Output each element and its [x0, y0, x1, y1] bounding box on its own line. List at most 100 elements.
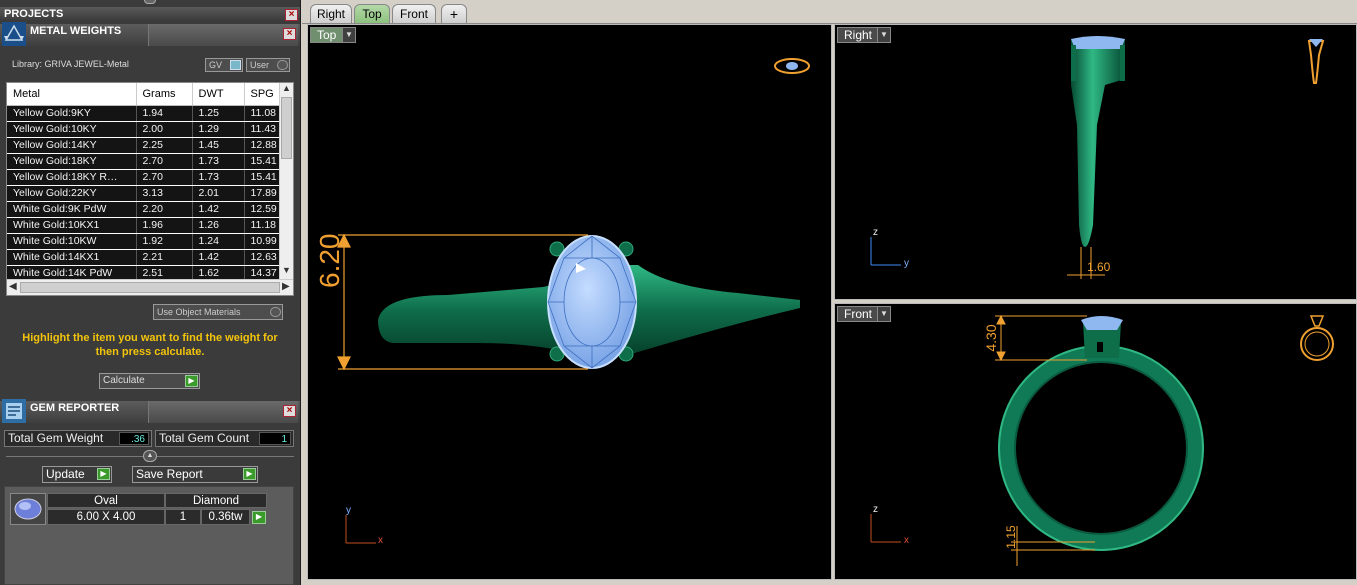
cell-spg: 17.89 [244, 185, 282, 202]
collapse-handle-icon[interactable] [144, 0, 156, 4]
top-view-render [337, 58, 810, 544]
cell-metal: White Gold:10KW [7, 233, 137, 250]
cell-dwt: 1.29 [192, 121, 245, 138]
tab-front[interactable]: Front [392, 4, 436, 23]
table-row[interactable]: White Gold:9K PdW 2.20 1.42 12.59 [7, 201, 282, 218]
table-header-row: Metal Grams DWT SPG [7, 83, 282, 106]
user-toggle-indicator-icon [277, 60, 288, 70]
table-row[interactable]: White Gold:10KX1 1.96 1.26 11.18 [7, 217, 282, 234]
app-window: PROJECTS × METAL WEIGHTS × Library: GRIV… [0, 0, 1357, 585]
projects-header[interactable]: PROJECTS [0, 7, 300, 21]
scroll-up-icon[interactable]: ▲ [282, 83, 291, 93]
save-report-button[interactable]: Save Report ▶ [132, 466, 258, 483]
report-icon [2, 399, 26, 423]
table-row[interactable]: Yellow Gold:18KY 2.70 1.73 15.41 [7, 153, 282, 170]
scroll-thumb[interactable] [281, 97, 292, 159]
cell-metal: Yellow Gold:18KY R… [7, 169, 137, 186]
gv-toggle[interactable]: GV [205, 58, 243, 72]
cell-dwt: 2.01 [192, 185, 245, 202]
cell-metal: Yellow Gold:10KY [7, 121, 137, 138]
cell-dwt: 1.73 [192, 153, 245, 170]
column-header-metal[interactable]: Metal [7, 83, 137, 106]
cell-grams: 2.25 [136, 137, 193, 154]
viewport-top[interactable]: 6.20 y x Top ▼ [307, 24, 832, 580]
gem-weight: 0.36tw [201, 509, 250, 525]
add-tab-icon[interactable]: + [441, 4, 467, 23]
gem-select-play-icon[interactable]: ▶ [252, 511, 266, 524]
pendant-orient-icon [1307, 40, 1325, 84]
right-dimension-label: 1.60 [1087, 260, 1111, 274]
metal-weights-close-icon[interactable]: × [283, 28, 296, 40]
table-row[interactable]: Yellow Gold:9KY 1.94 1.25 11.08 [7, 105, 282, 122]
scroll-left-icon[interactable]: ◀ [9, 281, 17, 292]
cell-metal: Yellow Gold:14KY [7, 137, 137, 154]
column-header-dwt[interactable]: DWT [192, 83, 245, 106]
scroll-down-icon[interactable]: ▼ [282, 265, 291, 275]
viewport-right[interactable]: 1.60 z y Right ▼ [834, 24, 1357, 300]
use-object-materials-toggle[interactable]: Use Object Materials [153, 304, 283, 320]
tab-top[interactable]: Top [354, 4, 390, 23]
top-viewport-menu[interactable]: Top ▼ [310, 27, 356, 43]
cell-spg: 15.41 [244, 169, 282, 186]
front-dimension-bottom-label: 1.15 [1004, 525, 1018, 549]
right-viewport-menu[interactable]: Right ▼ [837, 27, 891, 43]
column-header-grams[interactable]: Grams [136, 83, 193, 106]
cell-grams: 2.70 [136, 169, 193, 186]
gem-size: 6.00 X 4.00 [47, 509, 165, 525]
axis-z-label: z [873, 227, 878, 238]
cell-spg: 11.08 [244, 105, 282, 122]
cell-spg: 12.59 [244, 201, 282, 218]
update-button[interactable]: Update ▶ [42, 466, 112, 483]
user-toggle[interactable]: User [246, 58, 290, 72]
viewport-front[interactable]: 4.30 1.15 z x Front ▼ [834, 303, 1357, 580]
gem-thumbnail[interactable] [10, 493, 46, 525]
save-report-label: Save Report [136, 467, 203, 481]
axis-z-label: z [873, 504, 878, 515]
table-row[interactable]: Yellow Gold:18KY R… 2.70 1.73 15.41 [7, 169, 282, 186]
play-icon: ▶ [185, 375, 198, 387]
splitter-handle-icon[interactable]: ▲ [143, 450, 157, 462]
table-row[interactable]: Yellow Gold:14KY 2.25 1.45 12.88 [7, 137, 282, 154]
table-row[interactable]: White Gold:14KX1 2.21 1.42 12.63 [7, 249, 282, 266]
table-row[interactable]: Yellow Gold:10KY 2.00 1.29 11.43 [7, 121, 282, 138]
ring-front-orient-icon [1300, 315, 1334, 361]
metal-weights-tab-spacer [148, 24, 298, 46]
front-viewport-menu[interactable]: Front ▼ [837, 306, 891, 322]
top-dimension-label: 6.20 [314, 233, 345, 289]
table-row[interactable]: Yellow Gold:22KY 3.13 2.01 17.89 [7, 185, 282, 202]
cell-dwt: 1.26 [192, 217, 245, 234]
gem-reporter-header[interactable]: GEM REPORTER [0, 399, 300, 423]
gv-label: GV [209, 60, 223, 70]
axis-x-label: x [904, 535, 909, 546]
cell-metal: White Gold:10KX1 [7, 217, 137, 234]
front-view-render [870, 314, 1334, 566]
cell-dwt: 1.45 [192, 137, 245, 154]
cell-grams: 1.96 [136, 217, 193, 234]
table-vertical-scrollbar[interactable]: ▲ ▼ [279, 83, 293, 279]
total-gem-count-label: Total Gem Count [159, 431, 250, 445]
total-gem-weight-field: Total Gem Weight .36 [4, 430, 152, 447]
scroll-right-icon[interactable]: ▶ [282, 281, 290, 292]
total-gem-weight-label: Total Gem Weight [8, 431, 104, 445]
tab-right[interactable]: Right [310, 4, 352, 23]
gem-reporter-close-icon[interactable]: × [283, 405, 296, 417]
cell-spg: 12.88 [244, 137, 282, 154]
cell-metal: White Gold:9K PdW [7, 201, 137, 218]
calculate-button[interactable]: Calculate ▶ [99, 373, 200, 389]
table-horizontal-scrollbar[interactable]: ◀ ▶ [7, 279, 293, 295]
column-header-spg[interactable]: SPG [244, 83, 282, 106]
cell-spg: 15.41 [244, 153, 282, 170]
projects-close-icon[interactable]: × [285, 9, 298, 21]
scroll-thumb[interactable] [20, 282, 280, 293]
total-gem-count-value: 1 [259, 432, 291, 445]
cell-metal: Yellow Gold:18KY [7, 153, 137, 170]
cell-grams: 2.70 [136, 153, 193, 170]
front-dimension-top-label: 4.30 [983, 324, 999, 352]
metal-weights-header[interactable]: METAL WEIGHTS [0, 22, 300, 46]
scale-icon [2, 22, 26, 46]
cell-grams: 1.94 [136, 105, 193, 122]
table-row[interactable]: White Gold:10KW 1.92 1.24 10.99 [7, 233, 282, 250]
update-label: Update [46, 467, 85, 481]
gv-toggle-indicator-icon [230, 60, 241, 70]
axis-x-label: x [378, 535, 383, 546]
